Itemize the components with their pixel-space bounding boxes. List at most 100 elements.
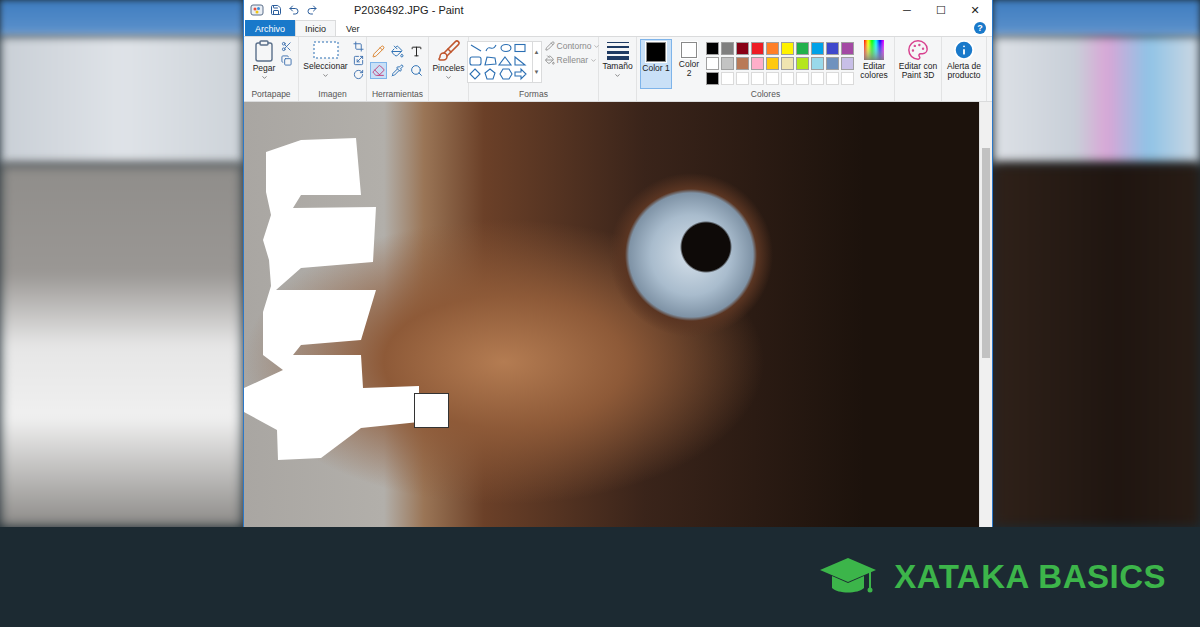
- palette-swatch[interactable]: [811, 42, 824, 55]
- group-body: [369, 39, 426, 89]
- product-alert-button[interactable]: Alerta de producto: [944, 39, 984, 81]
- file-menu-button[interactable]: Archivo: [245, 20, 295, 36]
- palette-swatch[interactable]: [751, 42, 764, 55]
- select-button[interactable]: Seleccionar: [302, 39, 350, 79]
- tools-grid: [370, 39, 425, 79]
- brushes-button[interactable]: Pinceles: [432, 39, 466, 81]
- palette-swatch[interactable]: [796, 72, 809, 85]
- palette-swatch[interactable]: [736, 57, 749, 70]
- group-body: Pinceles: [431, 39, 466, 101]
- tool-button[interactable]: [370, 43, 387, 60]
- palette-swatch[interactable]: [796, 42, 809, 55]
- group-body: Alerta de producto: [944, 39, 984, 101]
- paint3d-button[interactable]: Editar con Paint 3D: [897, 39, 939, 81]
- palette-swatch[interactable]: [826, 57, 839, 70]
- gallery-up-icon[interactable]: ▲: [534, 49, 540, 55]
- shape-options: Contorno Rellenar: [545, 39, 601, 65]
- color1-button[interactable]: Color 1: [640, 39, 672, 89]
- window-controls: ─☐✕: [890, 0, 992, 20]
- ribbon-tabs: ArchivoInicioVer?: [244, 20, 992, 36]
- palette-swatch[interactable]: [841, 57, 854, 70]
- quick-access-toolbar: [250, 3, 318, 17]
- brand-banner: XATAKA BASICS: [0, 527, 1200, 627]
- ribbon-tab[interactable]: Inicio: [295, 20, 336, 36]
- palette-swatch[interactable]: [721, 57, 734, 70]
- outline-option[interactable]: Contorno: [545, 41, 601, 51]
- clipboard-actions: [281, 39, 292, 66]
- ribbon-tab[interactable]: Ver: [336, 20, 370, 36]
- palette-swatch[interactable]: [751, 57, 764, 70]
- tool-button[interactable]: [389, 62, 406, 79]
- palette-swatch[interactable]: [781, 42, 794, 55]
- selection-rect-icon: [312, 39, 340, 61]
- text-tool-icon: [410, 45, 423, 58]
- tabs-spacer: [370, 20, 974, 36]
- help-button[interactable]: ?: [974, 22, 986, 34]
- color2-button[interactable]: Color 2: [675, 39, 703, 89]
- palette-swatch[interactable]: [766, 72, 779, 85]
- palette-swatch[interactable]: [781, 57, 794, 70]
- fill-option[interactable]: Rellenar: [545, 55, 601, 65]
- save-icon[interactable]: [270, 4, 282, 16]
- palette-swatch[interactable]: [811, 57, 824, 70]
- window-control-button[interactable]: ✕: [958, 0, 992, 20]
- window-control-button[interactable]: ─: [890, 0, 924, 20]
- palette-swatch[interactable]: [736, 42, 749, 55]
- group-body: Tamaño: [601, 39, 634, 101]
- redo-icon[interactable]: [306, 4, 318, 16]
- brushes-label: Pinceles: [432, 64, 464, 73]
- size-group: Tamaño: [599, 37, 637, 101]
- palette-swatch[interactable]: [796, 57, 809, 70]
- palette-swatch[interactable]: [751, 72, 764, 85]
- rotate-icon[interactable]: [353, 69, 364, 80]
- palette-swatch[interactable]: [841, 72, 854, 85]
- photo-canvas[interactable]: [244, 102, 979, 527]
- palette-swatch[interactable]: [706, 42, 719, 55]
- color2-swatch: [681, 42, 697, 58]
- palette-swatch[interactable]: [841, 42, 854, 55]
- undo-icon[interactable]: [288, 4, 300, 16]
- colors-group: Color 1Color 2Editar coloresColores: [637, 37, 895, 101]
- ribbon: PegarPortapapeSeleccionarImagenHerramien…: [244, 36, 992, 102]
- palette-swatch[interactable]: [811, 72, 824, 85]
- group-body: Color 1Color 2 Editar colores: [639, 39, 892, 89]
- palette-swatch[interactable]: [706, 72, 719, 85]
- paste-button[interactable]: Pegar: [250, 39, 278, 81]
- palette-swatch[interactable]: [736, 72, 749, 85]
- backdrop-canvas: [993, 164, 1200, 527]
- palette-swatch[interactable]: [766, 42, 779, 55]
- dropdown-arrow-icon: [590, 57, 597, 64]
- paint-app-icon[interactable]: [250, 3, 264, 17]
- resize-icon[interactable]: [353, 55, 364, 66]
- copy-icon[interactable]: [281, 55, 292, 66]
- tool-button[interactable]: [389, 43, 406, 60]
- window-control-button[interactable]: ☐: [924, 0, 958, 20]
- crop-icon[interactable]: [353, 41, 364, 52]
- tool-button[interactable]: [408, 62, 425, 79]
- image-actions: [353, 39, 364, 80]
- dropdown-arrow-icon: [593, 43, 600, 50]
- cut-icon[interactable]: [281, 41, 292, 52]
- palette-swatch[interactable]: [826, 42, 839, 55]
- edit-colors-label: Editar colores: [857, 62, 891, 81]
- vertical-scrollbar[interactable]: [979, 102, 992, 527]
- color1-swatch: [646, 42, 666, 62]
- palette-swatch[interactable]: [721, 42, 734, 55]
- gallery-down-icon[interactable]: ▼: [534, 69, 540, 75]
- palette-swatch[interactable]: [781, 72, 794, 85]
- palette-swatch[interactable]: [706, 57, 719, 70]
- shapes-gallery-icon[interactable]: [468, 42, 532, 82]
- select-label: Seleccionar: [303, 62, 347, 71]
- tools-group: Herramientas: [367, 37, 429, 101]
- tool-button[interactable]: [408, 43, 425, 60]
- size-button[interactable]: Tamaño: [602, 39, 634, 79]
- palette-swatch[interactable]: [826, 72, 839, 85]
- edit-colors-button[interactable]: Editar colores: [857, 39, 891, 81]
- palette-swatch[interactable]: [766, 57, 779, 70]
- palette-swatch[interactable]: [721, 72, 734, 85]
- gallery-scroll[interactable]: ▲▼: [532, 42, 541, 82]
- tool-button[interactable]: [370, 62, 387, 79]
- scroll-thumb[interactable]: [982, 148, 990, 358]
- backdrop-canvas: [0, 164, 243, 527]
- shapes-group: ▲▼ContornoRellenarFormas: [469, 37, 599, 101]
